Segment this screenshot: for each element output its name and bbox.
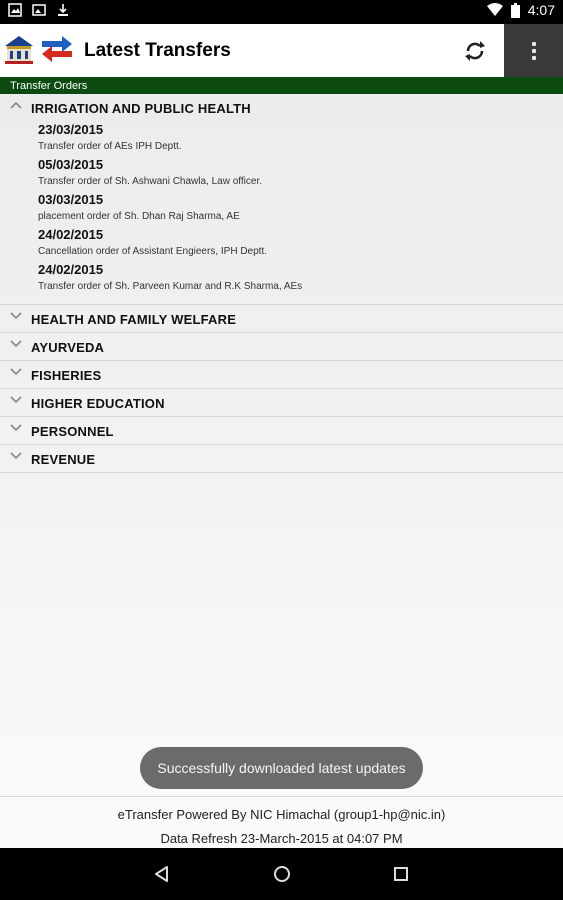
transfer-arrows-icon xyxy=(42,36,72,62)
department-group: REVENUE xyxy=(0,445,563,473)
footer-credit: eTransfer Powered By NIC Himachal (group… xyxy=(117,807,446,822)
order-date: 05/03/2015 xyxy=(38,157,104,172)
department-header[interactable]: PERSONNEL xyxy=(0,417,563,444)
department-group: IRRIGATION AND PUBLIC HEALTH 23/03/2015 … xyxy=(0,94,563,305)
chevron-down-icon xyxy=(10,368,22,376)
refresh-button[interactable] xyxy=(455,31,495,71)
department-title: HEALTH AND FAMILY WELFARE xyxy=(31,312,237,327)
department-group: PERSONNEL xyxy=(0,417,563,445)
himachal-emblem-icon xyxy=(5,36,33,64)
home-button[interactable] xyxy=(270,862,294,886)
order-description: Transfer order of Sh. Ashwani Chawla, La… xyxy=(38,176,262,187)
department-list: IRRIGATION AND PUBLIC HEALTH 23/03/2015 … xyxy=(0,94,563,796)
chevron-up-icon xyxy=(10,101,22,109)
department-header[interactable]: AYURVEDA xyxy=(0,333,563,360)
footer-refresh-info: Data Refresh 23-March-2015 at 04:07 PM xyxy=(160,831,403,846)
chevron-down-icon xyxy=(10,396,22,404)
recents-icon xyxy=(394,867,408,881)
order-item[interactable]: 24/02/2015 Cancellation order of Assista… xyxy=(38,226,563,261)
footer: eTransfer Powered By NIC Himachal (group… xyxy=(0,796,563,848)
overflow-menu-icon xyxy=(531,41,536,60)
order-item[interactable]: 24/02/2015 Transfer order of Sh. Parveen… xyxy=(38,261,563,296)
page-title: Latest Transfers xyxy=(84,40,231,61)
order-description: Cancellation order of Assistant Engieers… xyxy=(38,246,268,257)
status-time: 4:07 xyxy=(527,2,555,18)
overflow-menu-button[interactable] xyxy=(504,24,563,77)
department-header[interactable]: HIGHER EDUCATION xyxy=(0,389,563,416)
photo-icon xyxy=(32,4,46,16)
department-title: IRRIGATION AND PUBLIC HEALTH xyxy=(31,101,251,116)
department-header[interactable]: FISHERIES xyxy=(0,361,563,388)
order-item[interactable]: 23/03/2015 Transfer order of AEs IPH Dep… xyxy=(38,121,563,156)
order-date: 23/03/2015 xyxy=(38,122,104,137)
department-header[interactable]: HEALTH AND FAMILY WELFARE xyxy=(0,305,563,332)
department-group: HEALTH AND FAMILY WELFARE xyxy=(0,305,563,333)
order-date: 03/03/2015 xyxy=(38,192,104,207)
order-item[interactable]: 03/03/2015 placement order of Sh. Dhan R… xyxy=(38,191,563,226)
department-header[interactable]: REVENUE xyxy=(0,445,563,472)
order-item[interactable]: 05/03/2015 Transfer order of Sh. Ashwani… xyxy=(38,156,563,191)
chevron-down-icon xyxy=(10,312,22,320)
department-group: FISHERIES xyxy=(0,361,563,389)
department-title: HIGHER EDUCATION xyxy=(31,396,165,411)
department-title: REVENUE xyxy=(31,452,96,467)
refresh-icon xyxy=(465,41,485,61)
battery-icon xyxy=(510,2,520,18)
back-icon xyxy=(155,866,168,882)
department-title: PERSONNEL xyxy=(31,424,114,439)
recents-button[interactable] xyxy=(389,862,413,886)
department-group: AYURVEDA xyxy=(0,333,563,361)
section-header: Transfer Orders xyxy=(0,77,563,94)
toast-message: Successfully downloaded latest updates xyxy=(140,747,423,789)
wifi-icon xyxy=(486,3,503,16)
download-icon xyxy=(58,4,68,16)
chevron-down-icon xyxy=(10,340,22,348)
action-bar: Latest Transfers xyxy=(0,24,563,77)
navigation-bar xyxy=(0,848,563,900)
order-date: 24/02/2015 xyxy=(38,227,104,242)
order-date: 24/02/2015 xyxy=(38,262,104,277)
status-bar: 4:07 xyxy=(0,0,563,24)
order-description: Transfer order of Sh. Parveen Kumar and … xyxy=(38,281,303,292)
home-icon xyxy=(274,866,290,882)
department-title: FISHERIES xyxy=(31,368,102,383)
chevron-down-icon xyxy=(10,424,22,432)
department-group: HIGHER EDUCATION xyxy=(0,389,563,417)
order-description: placement order of Sh. Dhan Raj Sharma, … xyxy=(38,211,240,222)
department-header[interactable]: IRRIGATION AND PUBLIC HEALTH xyxy=(0,94,563,121)
department-title: AYURVEDA xyxy=(31,340,105,355)
chevron-down-icon xyxy=(10,452,22,460)
image-icon xyxy=(8,3,22,17)
order-description: Transfer order of AEs IPH Deptt. xyxy=(38,141,182,152)
back-button[interactable] xyxy=(150,862,174,886)
